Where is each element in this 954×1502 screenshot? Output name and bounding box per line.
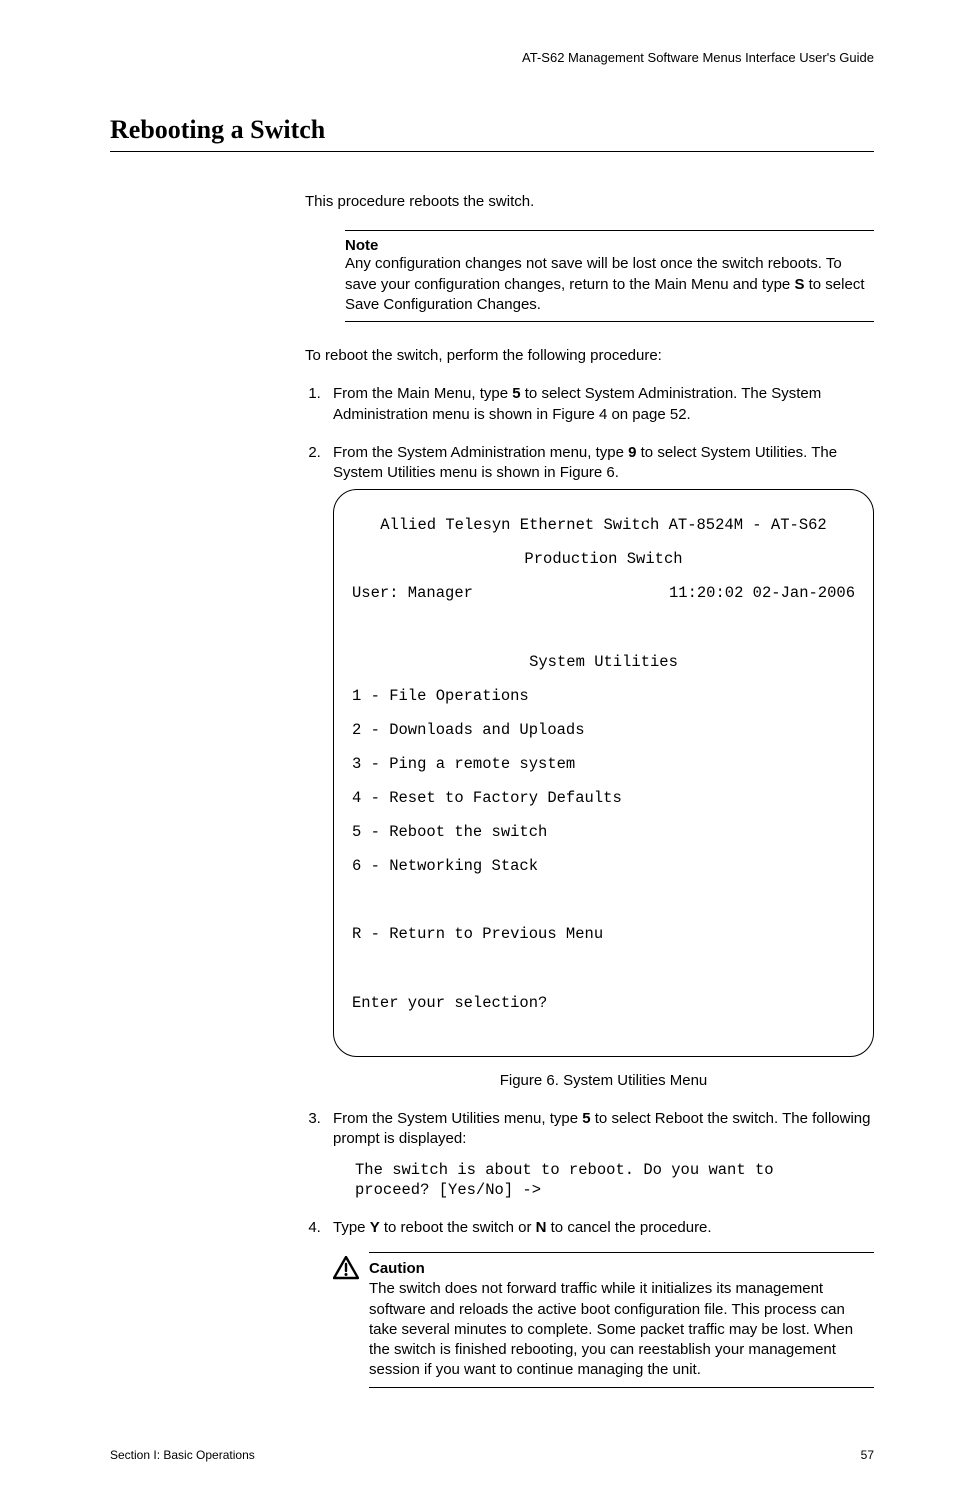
step-4-text-c: to cancel the procedure. [546, 1219, 711, 1236]
terminal-item-3: 3 - Ping a remote system [352, 756, 855, 773]
running-head: AT-S62 Management Software Menus Interfa… [110, 50, 874, 65]
reboot-prompt: The switch is about to reboot. Do you wa… [355, 1160, 874, 1200]
terminal-item-4: 4 - Reset to Factory Defaults [352, 790, 855, 807]
terminal-timestamp: 11:20:02 02-Jan-2006 [669, 585, 855, 602]
step-2-text-a: From the System Administration menu, typ… [333, 444, 628, 461]
step-1: From the Main Menu, type 5 to select Sys… [325, 384, 874, 425]
procedure-steps: From the Main Menu, type 5 to select Sys… [305, 384, 874, 1387]
step-4-key-y: Y [370, 1219, 380, 1236]
step-3-text-a: From the System Utilities menu, type [333, 1110, 582, 1127]
terminal-blank-3 [352, 961, 855, 978]
figure-caption: Figure 6. System Utilities Menu [333, 1071, 874, 1091]
footer: Section I: Basic Operations 57 [110, 1448, 874, 1462]
intro-paragraph: This procedure reboots the switch. [305, 192, 874, 212]
section-title: Rebooting a Switch [110, 115, 874, 152]
caution-block: Caution The switch does not forward traf… [369, 1252, 874, 1388]
step-2: From the System Administration menu, typ… [325, 443, 874, 1091]
note-block: Note Any configuration changes not save … [345, 230, 874, 322]
terminal-wrap: Allied Telesyn Ethernet Switch AT-8524M … [333, 489, 874, 1057]
terminal-return: R - Return to Previous Menu [352, 926, 855, 943]
note-body: Any configuration changes not save will … [345, 254, 874, 315]
caution-icon [333, 1256, 359, 1280]
caution-row: Caution The switch does not forward traf… [333, 1252, 874, 1388]
lead-in: To reboot the switch, perform the follow… [305, 346, 874, 366]
step-4-key-n: N [536, 1219, 547, 1236]
note-title: Note [345, 237, 874, 254]
step-4-text-a: Type [333, 1219, 370, 1236]
terminal-line-1: Allied Telesyn Ethernet Switch AT-8524M … [352, 517, 855, 534]
step-3-key-5: 5 [582, 1110, 590, 1127]
terminal-user-line: User: Manager 11:20:02 02-Jan-2006 [352, 585, 855, 602]
terminal-blank-1 [352, 620, 855, 637]
body-column: This procedure reboots the switch. Note … [305, 192, 874, 1388]
step-1-text-a: From the Main Menu, type [333, 385, 512, 402]
terminal-screen: Allied Telesyn Ethernet Switch AT-8524M … [333, 489, 874, 1057]
note-text-1: Any configuration changes not save will … [345, 255, 842, 292]
terminal-item-5: 5 - Reboot the switch [352, 824, 855, 841]
terminal-item-1: 1 - File Operations [352, 688, 855, 705]
terminal-item-6: 6 - Networking Stack [352, 858, 855, 875]
step-4-text-b: to reboot the switch or [380, 1219, 536, 1236]
terminal-blank-2 [352, 892, 855, 909]
step-4: Type Y to reboot the switch or N to canc… [325, 1218, 874, 1388]
terminal-item-2: 2 - Downloads and Uploads [352, 722, 855, 739]
step-3: From the System Utilities menu, type 5 t… [325, 1109, 874, 1200]
caution-title: Caution [369, 1259, 874, 1279]
footer-right: 57 [861, 1448, 874, 1462]
note-key-s: S [794, 276, 804, 293]
terminal-line-2: Production Switch [352, 551, 855, 568]
terminal-menu-title: System Utilities [352, 654, 855, 671]
page: AT-S62 Management Software Menus Interfa… [0, 0, 954, 1502]
terminal-user: User: Manager [352, 585, 473, 602]
step-1-key-5: 5 [512, 385, 520, 402]
caution-body: The switch does not forward traffic whil… [369, 1279, 874, 1380]
terminal-prompt: Enter your selection? [352, 995, 855, 1012]
footer-left: Section I: Basic Operations [110, 1448, 255, 1462]
